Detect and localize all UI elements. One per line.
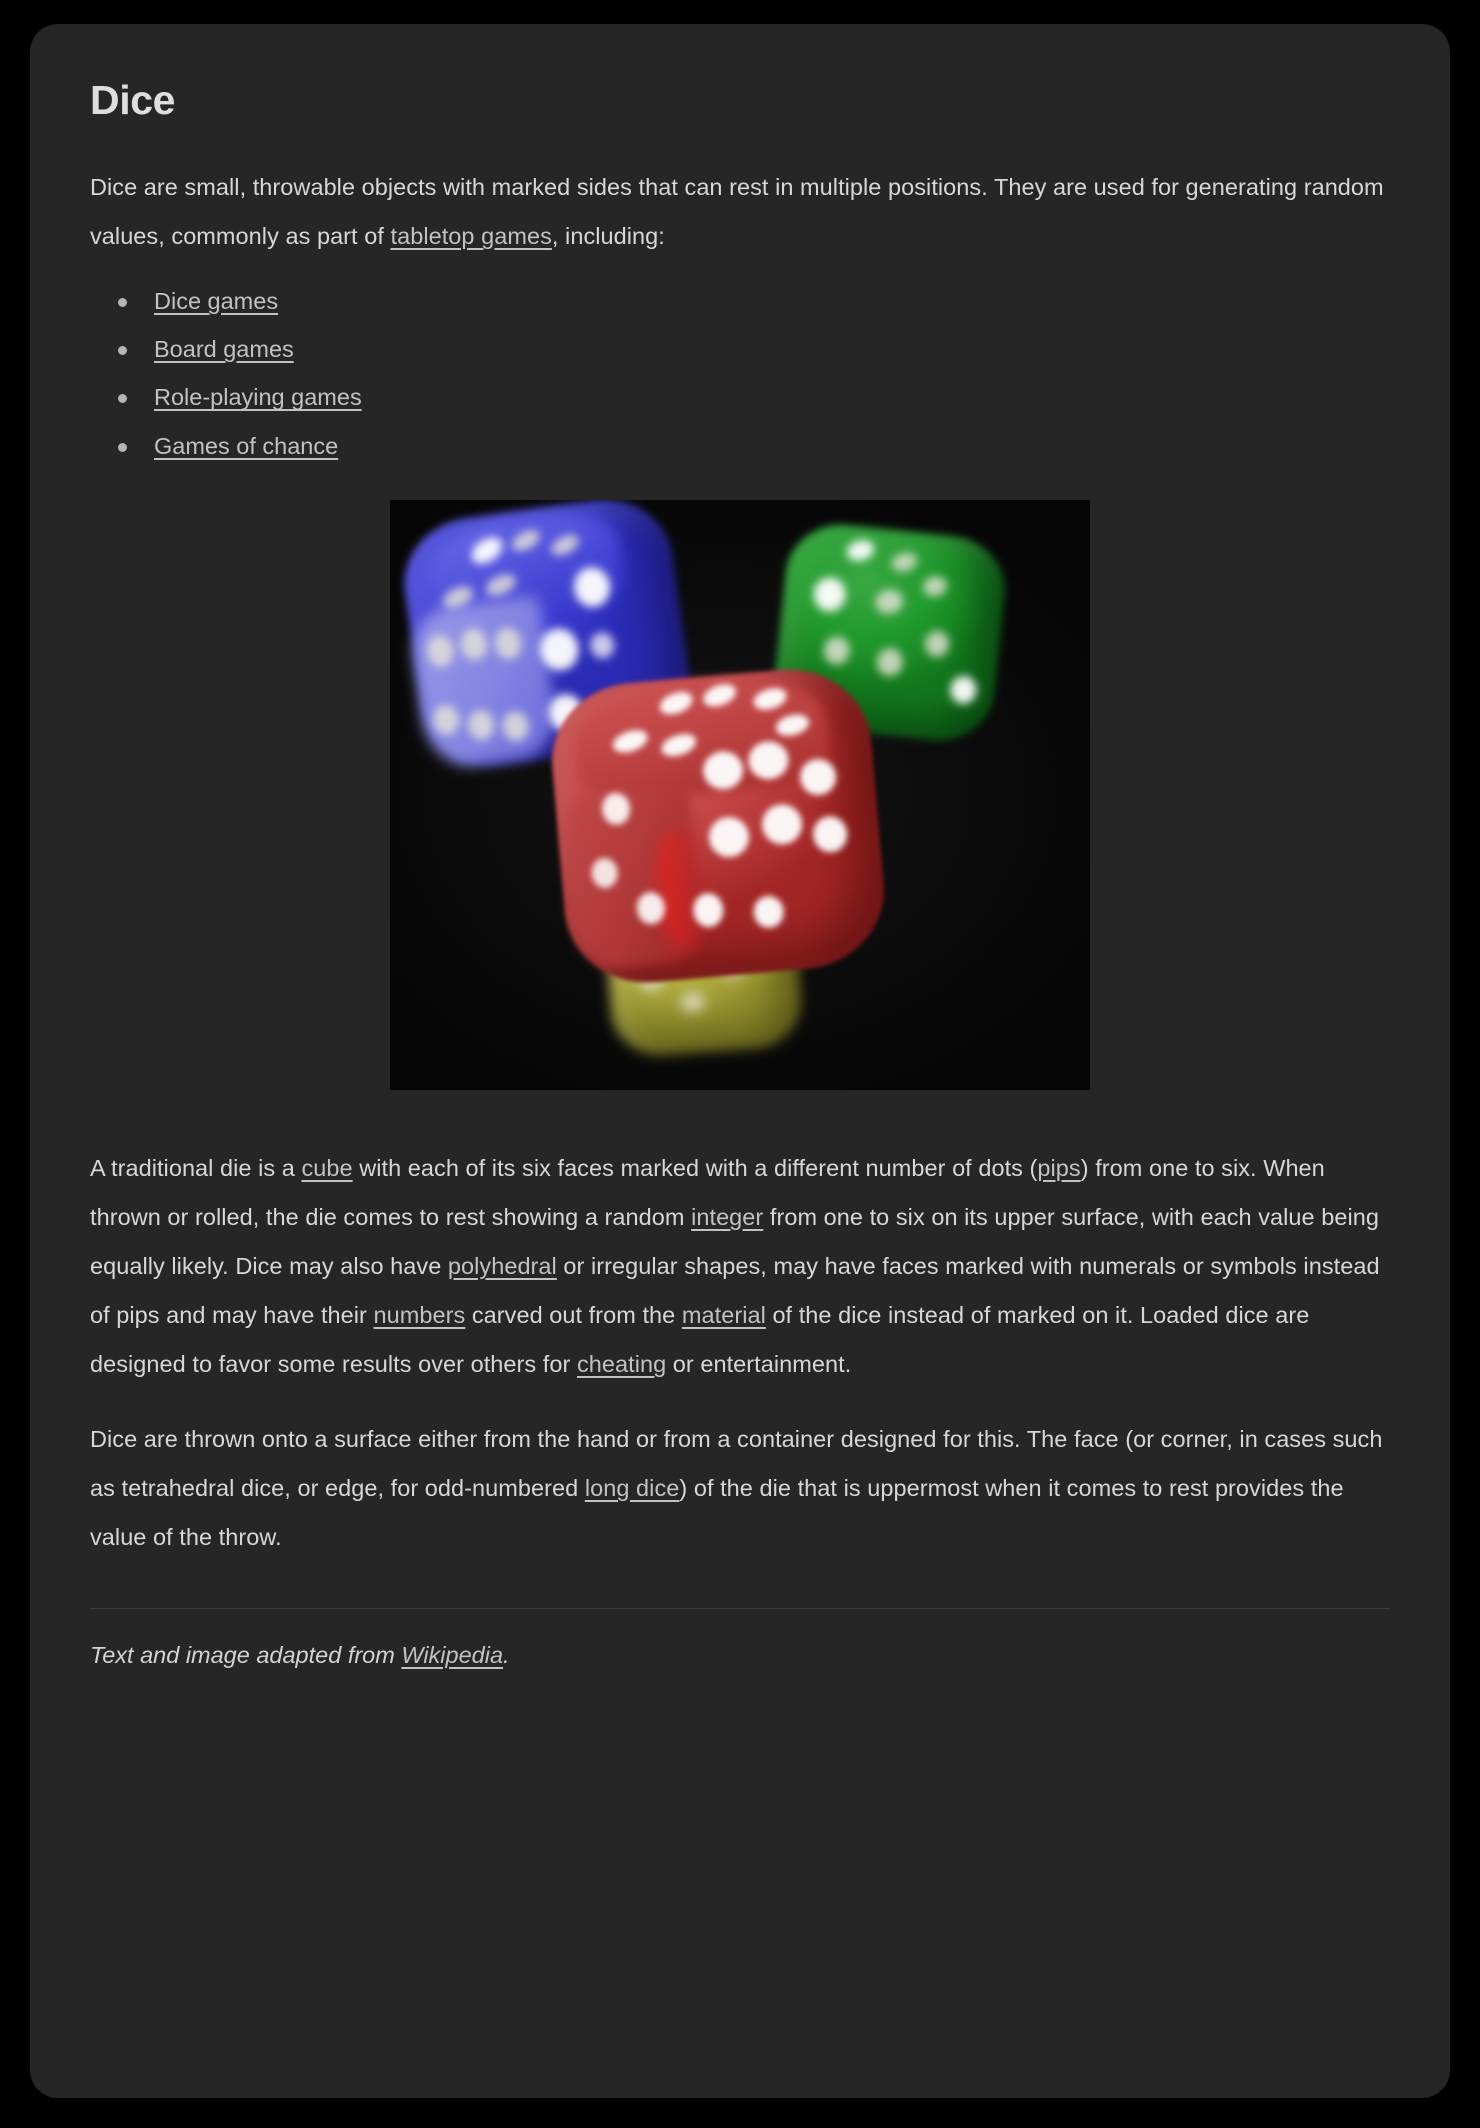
article-card: Dice Dice are small, throwable objects w…	[30, 24, 1450, 2098]
list-item: Dice games	[118, 287, 1390, 315]
dice-image	[390, 499, 1090, 1090]
link-numbers[interactable]: numbers	[374, 1302, 466, 1328]
attribution-note: Text and image adapted from Wikipedia.	[90, 1639, 1390, 1672]
dice-figure	[90, 499, 1390, 1090]
p2-s2: with each of its six faces marked with a…	[352, 1154, 1038, 1181]
paragraph-traditional-die: A traditional die is a cube with each of…	[90, 1144, 1390, 1389]
die-red-top-face	[571, 670, 831, 804]
link-role-playing-games[interactable]: Role-playing games	[154, 384, 362, 410]
die-red	[545, 662, 891, 990]
link-wikipedia[interactable]: Wikipedia	[401, 1642, 503, 1668]
bullet-icon	[118, 298, 127, 308]
footer-s2: .	[503, 1641, 510, 1668]
link-integer[interactable]: integer	[691, 1204, 763, 1230]
link-cheating[interactable]: cheating	[577, 1351, 666, 1377]
bullet-icon	[118, 442, 127, 452]
list-item: Board games	[118, 335, 1390, 363]
link-material[interactable]: material	[682, 1302, 766, 1328]
intro-text-after: , including:	[551, 223, 665, 250]
link-dice-games[interactable]: Dice games	[154, 288, 278, 314]
p2-s6: carved out from the	[465, 1301, 682, 1328]
intro-text-before: Dice are small, throwable objects with m…	[90, 174, 1384, 250]
link-pips[interactable]: pips	[1037, 1155, 1080, 1181]
link-board-games[interactable]: Board games	[154, 336, 294, 362]
game-type-list: Dice games Board games Role-playing game…	[90, 287, 1390, 460]
paragraph-throwing: Dice are thrown onto a surface either fr…	[90, 1415, 1390, 1562]
p2-s8: or entertainment.	[666, 1350, 852, 1377]
list-item: Role-playing games	[118, 383, 1390, 411]
link-games-of-chance[interactable]: Games of chance	[154, 433, 338, 459]
link-tabletop-games[interactable]: tabletop games	[391, 223, 552, 249]
bullet-icon	[118, 394, 127, 404]
link-cube[interactable]: cube	[301, 1155, 352, 1181]
page-root: Dice Dice are small, throwable objects w…	[0, 0, 1480, 2128]
link-long-dice[interactable]: long dice	[585, 1475, 680, 1501]
intro-paragraph: Dice are small, throwable objects with m…	[90, 163, 1390, 261]
footer-divider	[90, 1607, 1390, 1609]
footer-s1: Text and image adapted from	[90, 1641, 402, 1668]
page-title: Dice	[90, 77, 176, 123]
list-item: Games of chance	[118, 432, 1390, 460]
link-polyhedral[interactable]: polyhedral	[448, 1253, 557, 1279]
p2-s1: A traditional die is a	[90, 1154, 302, 1181]
bullet-icon	[118, 346, 127, 356]
